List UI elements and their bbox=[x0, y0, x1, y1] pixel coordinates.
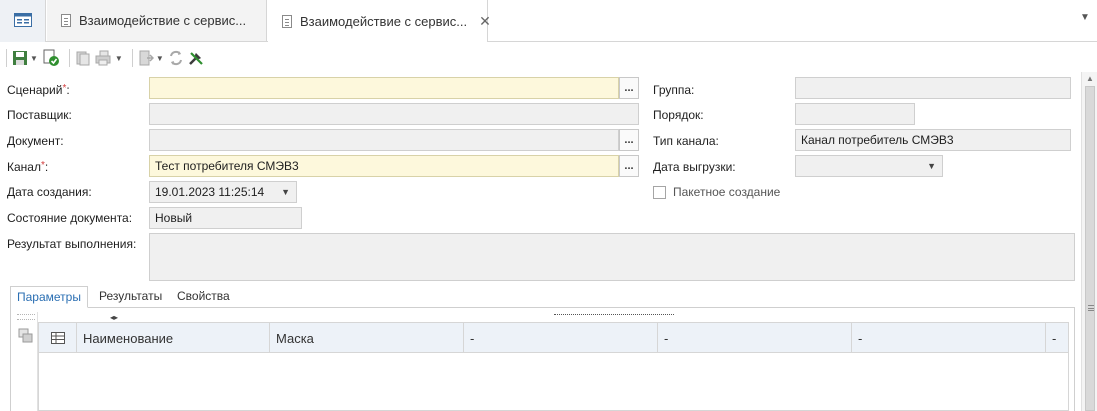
table-icon bbox=[50, 332, 65, 344]
channel-label: Канал*: bbox=[7, 160, 49, 174]
column-header-empty[interactable]: - bbox=[658, 323, 852, 353]
tab-label: Взаимодействие с сервис... bbox=[79, 13, 247, 28]
parameters-grid: Наименование Маска - - - - bbox=[38, 322, 1069, 411]
column-header-empty[interactable]: - bbox=[1046, 323, 1068, 353]
order-field bbox=[795, 103, 915, 125]
grid-column-chooser[interactable] bbox=[39, 323, 77, 353]
document-tab-2[interactable]: Взаимодействие с сервис... ✕ bbox=[268, 0, 491, 42]
vertical-scrollbar[interactable]: ▲ bbox=[1081, 72, 1097, 411]
tab-label: Взаимодействие с сервис... bbox=[300, 13, 468, 29]
scroll-up-icon[interactable]: ▲ bbox=[1086, 74, 1094, 83]
scrollbar-thumb[interactable] bbox=[1085, 86, 1095, 411]
supplier-field bbox=[149, 103, 639, 125]
toolbar-separator bbox=[131, 49, 133, 67]
settings-tools-icon bbox=[188, 52, 203, 65]
group-label: Группа: bbox=[653, 83, 695, 97]
document-field[interactable] bbox=[149, 129, 619, 151]
scroll-grip-icon bbox=[1088, 305, 1094, 311]
copy-doc-button[interactable] bbox=[75, 47, 91, 69]
created-date-value: 19.01.2023 11:25:14 bbox=[155, 185, 265, 199]
order-label: Порядок: bbox=[653, 108, 704, 122]
grid-side-bar bbox=[10, 312, 38, 411]
print-icon bbox=[95, 50, 111, 66]
required-asterisk: * bbox=[40, 160, 45, 171]
document-label: Документ: bbox=[7, 134, 64, 148]
created-date-label: Дата создания: bbox=[7, 185, 92, 199]
tabs-dropdown-icon[interactable]: ▼ bbox=[1080, 12, 1090, 23]
column-header-empty[interactable]: - bbox=[852, 323, 1046, 353]
settings-tools-button[interactable] bbox=[188, 47, 204, 69]
column-drop-indicator bbox=[554, 314, 674, 319]
result-field bbox=[149, 233, 1075, 281]
copy-doc-icon bbox=[76, 51, 90, 66]
close-icon[interactable]: ✕ bbox=[479, 13, 491, 30]
toolbar-separator bbox=[68, 49, 70, 67]
tab-parameters[interactable]: Параметры bbox=[10, 286, 88, 308]
tab-results[interactable]: Результаты bbox=[93, 286, 168, 308]
export-date-field[interactable]: ▼ bbox=[795, 155, 943, 177]
channel-type-label: Тип канала: bbox=[653, 134, 719, 148]
column-header-empty[interactable]: - bbox=[464, 323, 658, 353]
send-dropdown-icon[interactable]: ▼ bbox=[156, 54, 164, 63]
document-icon bbox=[282, 14, 292, 28]
channel-select-button[interactable]: ... bbox=[619, 155, 639, 177]
tab-properties[interactable]: Свойства bbox=[171, 286, 236, 308]
result-label: Результат выполнения: bbox=[7, 237, 137, 251]
doc-state-label: Состояние документа: bbox=[7, 211, 133, 225]
window-list-icon bbox=[14, 13, 32, 27]
chevron-down-icon[interactable]: ▼ bbox=[281, 187, 290, 197]
channel-input[interactable]: Тест потребителя СМЭВ3 bbox=[149, 155, 619, 177]
print-dropdown-icon[interactable]: ▼ bbox=[115, 54, 123, 63]
document-icon bbox=[61, 14, 71, 27]
print-button[interactable]: ▼ bbox=[95, 47, 123, 69]
scenario-input[interactable] bbox=[149, 77, 619, 99]
document-tab-1[interactable]: Взаимодействие с сервис... bbox=[47, 0, 267, 42]
chevron-down-icon[interactable]: ▼ bbox=[927, 161, 936, 171]
document-select-button[interactable]: ... bbox=[619, 129, 639, 151]
scenario-label: Сценарий*: bbox=[7, 83, 70, 97]
column-resize-handle[interactable]: ◂▸ bbox=[110, 313, 118, 322]
send-icon bbox=[139, 50, 154, 66]
toolbar-grip bbox=[6, 49, 7, 67]
batch-create-label: Пакетное создание bbox=[673, 185, 781, 199]
group-field bbox=[795, 77, 1071, 99]
save-approve-icon bbox=[43, 49, 59, 66]
column-header-name[interactable]: Наименование bbox=[77, 323, 270, 353]
doc-state-field: Новый bbox=[149, 207, 302, 229]
save-approve-button[interactable] bbox=[42, 47, 60, 69]
export-date-label: Дата выгрузки: bbox=[653, 160, 736, 174]
batch-create-checkbox[interactable] bbox=[653, 186, 666, 199]
save-icon bbox=[13, 51, 27, 65]
channel-type-field: Канал потребитель СМЭВ3 bbox=[795, 129, 1071, 151]
column-header-mask[interactable]: Маска bbox=[270, 323, 464, 353]
refresh-button[interactable] bbox=[168, 47, 184, 69]
save-dropdown-icon[interactable]: ▼ bbox=[30, 54, 38, 63]
grid-header: Наименование Маска - - - - bbox=[39, 323, 1068, 353]
created-date-field[interactable]: 19.01.2023 11:25:14 ▼ bbox=[149, 181, 297, 203]
refresh-icon bbox=[169, 50, 182, 66]
supplier-label: Поставщик: bbox=[7, 108, 72, 122]
send-button[interactable]: ▼ bbox=[138, 47, 164, 69]
scenario-select-button[interactable]: ... bbox=[619, 77, 639, 99]
required-asterisk: * bbox=[62, 83, 67, 94]
toolbar: ▼ ▼ ▼ bbox=[0, 44, 1097, 72]
save-button[interactable]: ▼ bbox=[12, 47, 38, 69]
home-tab[interactable] bbox=[0, 0, 46, 42]
